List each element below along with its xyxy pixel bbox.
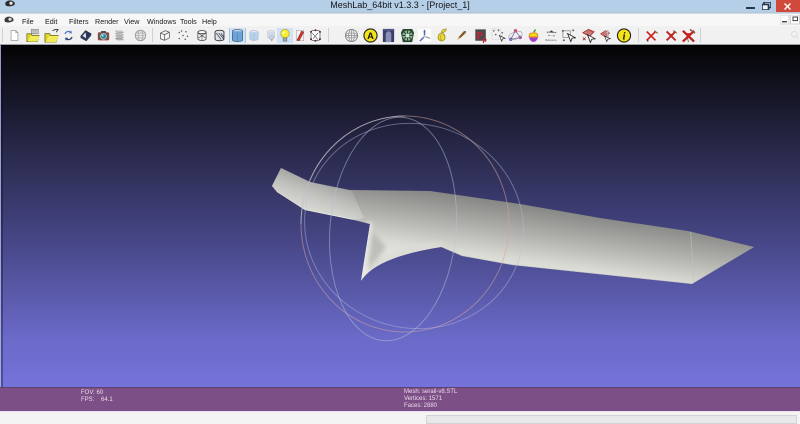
svg-text:Reference: Reference [545, 39, 557, 42]
svg-text:p: p [482, 35, 487, 43]
svg-text:A: A [367, 31, 374, 41]
svg-text:i: i [623, 31, 626, 42]
